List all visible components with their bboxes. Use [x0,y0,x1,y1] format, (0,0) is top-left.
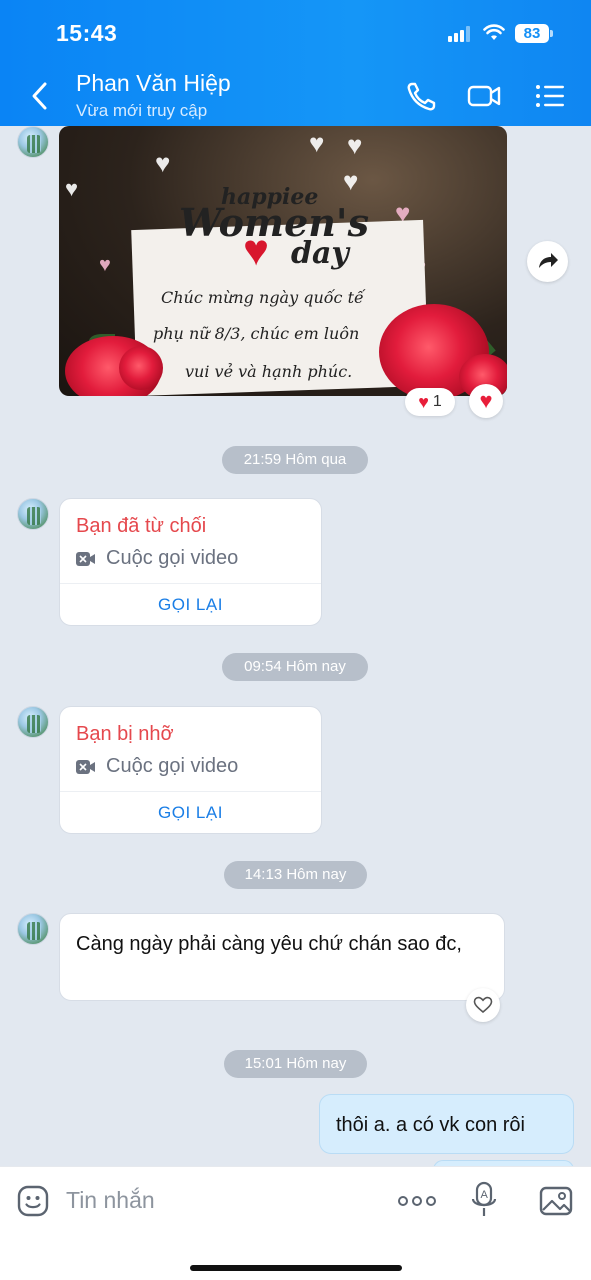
battery-icon: 83 [515,24,549,43]
sticker-emoji-icon[interactable] [16,1184,50,1218]
heart-decoration: ♥ [99,254,111,276]
call-back-button[interactable]: GỌI LẠI [60,791,321,835]
share-forward-button[interactable] [527,241,568,282]
contact-name[interactable]: Phan Văn Hiệp [76,70,231,97]
message-input-bar: Tin nhắn A [0,1166,591,1280]
contact-avatar[interactable] [17,706,49,738]
heart-reaction-icon: ♥ [418,391,429,412]
outgoing-message[interactable]: thôi a. a có vk con rôi [319,1094,574,1154]
womens-day-image[interactable]: ♥ ♥ ♥ ♥ ♥ ♥ ♥ ♥ ♥ happiee Women's day ♥ … [59,126,507,396]
battery-tip [550,30,553,37]
reaction-count: 1 [432,393,442,410]
call-card-declined: Bạn đã từ chối Cuộc gọi video GỌI LẠI [59,498,322,626]
call-card-missed: Bạn bị nhỡ Cuộc gọi video GỌI LẠI [59,706,322,834]
image-gallery-icon[interactable] [538,1184,574,1218]
react-button[interactable]: ♥ [469,384,503,418]
cellular-signal-icon [448,26,472,42]
call-type: Cuộc gọi video [76,755,238,778]
contact-avatar[interactable] [17,498,49,530]
wifi-icon [483,24,505,40]
heart-outline-icon [473,996,493,1014]
heart-decoration: ♥ [347,130,363,160]
svg-text:A: A [481,1189,489,1201]
heart-decoration: ♥ [65,176,79,201]
menu-list-icon[interactable] [532,78,568,114]
wish-line-1: Chúc mừng ngày quốc tế [161,288,364,307]
heart-filled-icon: ♥ [479,388,493,413]
video-call-missed-icon [76,551,95,566]
forward-arrow-icon [539,253,558,268]
call-type-label: Cuộc gọi video [106,755,239,777]
video-call-missed-icon [76,759,95,774]
home-indicator [190,1265,402,1271]
heart-decoration: ♥ [155,148,171,178]
video-call-icon[interactable] [466,78,502,114]
wish-line-3: vui vẻ và hạnh phúc. [185,362,353,381]
chat-header: 15:43 83 Phan Văn Hiệp Vừa mới truy cập [0,0,591,126]
status-time: 15:43 [56,20,118,46]
call-type: Cuộc gọi video [76,547,238,570]
call-status-title: Bạn đã từ chối [76,515,207,537]
red-heart-icon: ♥ [243,226,270,275]
incoming-message[interactable]: Càng ngày phải càng yêu chứ chán sao đc, [59,913,505,1001]
contact-status: Vừa mới truy cập [76,101,208,120]
timestamp-pill: 09:54 Hôm nay [222,653,368,681]
call-type-label: Cuộc gọi video [106,547,239,569]
call-status-title: Bạn bị nhỡ [76,723,174,745]
greeting-day: day [291,236,349,271]
timestamp-pill: 21:59 Hôm qua [222,446,368,474]
message-input[interactable]: Tin nhắn [66,1187,155,1214]
contact-avatar[interactable] [17,913,49,945]
heart-decoration: ♥ [343,166,359,196]
heart-decoration: ♥ [309,128,325,158]
voice-call-icon[interactable] [404,78,440,114]
contact-avatar[interactable] [17,126,49,158]
back-arrow-icon[interactable] [28,80,52,112]
wish-line-2: phụ nữ 8/3, chúc em luôn [153,324,360,343]
timestamp-pill: 14:13 Hôm nay [224,861,367,889]
timestamp-pill: 15:01 Hôm nay [224,1050,367,1078]
reaction-summary[interactable]: ♥ 1 [405,388,455,416]
call-back-button[interactable]: GỌI LẠI [60,583,321,627]
voice-to-text-icon[interactable]: A [470,1181,498,1219]
more-options-icon[interactable] [397,1189,437,1213]
react-button[interactable] [466,988,500,1022]
rose-decoration [119,346,163,390]
